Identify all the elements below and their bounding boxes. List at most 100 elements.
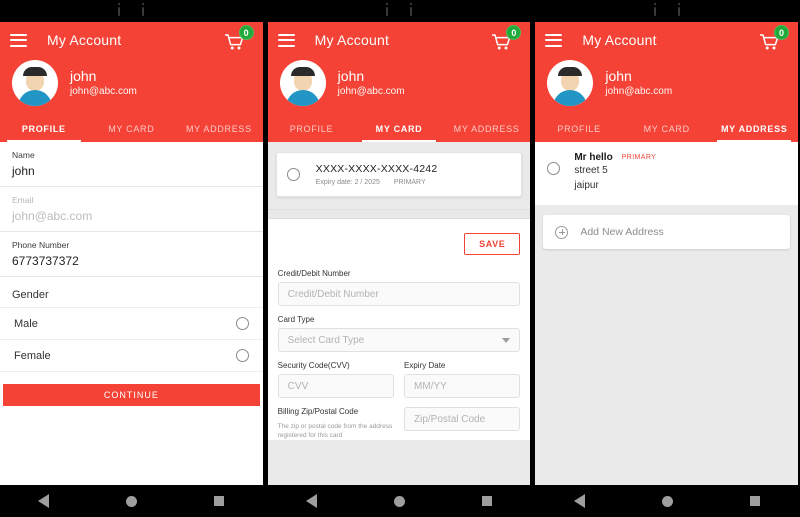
- saved-card-meta: Expiry date: 2 / 2025 PRIMARY: [316, 179, 438, 186]
- back-triangle-icon[interactable]: [306, 494, 318, 508]
- tab-my-card[interactable]: MY CARD: [88, 116, 176, 142]
- tab-my-card[interactable]: MY CARD: [355, 116, 443, 142]
- status-indicator-icon: [677, 2, 680, 16]
- app-bar-top: My Account 0: [535, 22, 798, 58]
- address-primary-badge: PRIMARY: [621, 154, 657, 161]
- cart-button[interactable]: 0: [758, 25, 790, 53]
- tab-bar: PROFILE MY CARD MY ADDRESS: [268, 116, 531, 142]
- user-avatar-icon: [279, 60, 326, 106]
- cvv-group: Security Code(CVV) CVV: [277, 361, 395, 398]
- address-name: Mr hello: [574, 152, 613, 163]
- credit-debit-number-input[interactable]: Credit/Debit Number: [277, 282, 521, 306]
- profile-email: john@abc.com: [70, 86, 137, 97]
- app-bar: My Account 0 john john@abc.com PROFILE M…: [267, 22, 531, 142]
- save-button-row: SAVE: [268, 219, 531, 255]
- home-circle-icon[interactable]: [661, 495, 673, 507]
- page-title: My Account: [314, 32, 390, 48]
- tab-profile[interactable]: PROFILE: [268, 116, 356, 142]
- app-bar: My Account 0 john john@abc.com PROFILE M…: [535, 22, 799, 142]
- radio-button-address[interactable]: [547, 162, 561, 175]
- home-circle-icon[interactable]: [126, 495, 138, 507]
- name-field-value: john: [12, 164, 35, 178]
- app-bar-top: My Account 0: [268, 22, 531, 58]
- tab-profile[interactable]: PROFILE: [0, 116, 88, 142]
- card-type-select[interactable]: Select Card Type: [277, 328, 521, 352]
- credit-debit-number-label: Credit/Debit Number: [277, 269, 351, 278]
- screenshot-stage: My Account 0 john john@abc.com PROFILE M…: [0, 0, 800, 517]
- recents-square-icon[interactable]: [481, 496, 492, 506]
- cart-button[interactable]: 0: [223, 25, 254, 53]
- save-button[interactable]: SAVE: [464, 233, 521, 255]
- saved-card-item[interactable]: XXXX-XXXX-XXXX-4242 Expiry date: 2 / 202…: [275, 152, 523, 197]
- email-field-value: john@abc.com: [12, 209, 93, 223]
- user-avatar-icon: [12, 60, 58, 106]
- app-bar-top: My Account 0: [0, 22, 263, 58]
- tab-my-address[interactable]: MY ADDRESS: [710, 116, 798, 142]
- radio-button-female[interactable]: [235, 349, 249, 362]
- radio-button-saved-card[interactable]: [286, 168, 300, 181]
- tab-bar: PROFILE MY CARD MY ADDRESS: [0, 116, 263, 142]
- status-bar: [535, 0, 799, 22]
- address-details: Mr hello PRIMARY street 5 jaipur: [574, 152, 656, 193]
- status-bar: [267, 0, 531, 22]
- zip-row: Billing Zip/Postal Code The zip or posta…: [278, 407, 521, 440]
- tab-profile[interactable]: PROFILE: [535, 116, 623, 142]
- plus-circle-icon: [555, 225, 569, 239]
- cvv-label: Security Code(CVV): [277, 361, 350, 370]
- card-form: Credit/Debit Number Credit/Debit Number …: [268, 255, 531, 440]
- continue-button[interactable]: CONTINUE: [3, 384, 260, 406]
- profile-email: john@abc.com: [337, 86, 405, 97]
- cart-count-badge: 0: [774, 25, 790, 40]
- status-indicator-icon: [653, 2, 656, 16]
- recents-square-icon[interactable]: [214, 496, 225, 506]
- gender-option-female[interactable]: Female: [0, 340, 263, 372]
- gender-option-female-label: Female: [14, 349, 51, 362]
- hamburger-icon[interactable]: [277, 33, 295, 47]
- radio-button-male[interactable]: [235, 317, 249, 330]
- saved-card-number: XXXX-XXXX-XXXX-4242: [315, 163, 438, 175]
- expiry-group: Expiry Date MM/YY: [404, 361, 521, 398]
- back-triangle-icon[interactable]: [38, 494, 50, 508]
- hamburger-icon[interactable]: [10, 33, 27, 47]
- home-circle-icon[interactable]: [394, 495, 405, 507]
- gender-option-male[interactable]: Male: [0, 308, 263, 340]
- phone-field[interactable]: Phone Number 6773737372: [0, 232, 263, 277]
- expiry-date-label: Expiry Date: [404, 361, 446, 370]
- card-type-group: Card Type Select Card Type: [277, 315, 521, 352]
- phone-screen-address: My Account 0 john john@abc.com PROFILE M…: [535, 0, 799, 517]
- billing-zip-input[interactable]: Zip/Postal Code: [404, 407, 521, 431]
- status-indicator-icon: [410, 2, 412, 16]
- name-field-label: Name: [12, 150, 35, 160]
- profile-name: john: [337, 68, 365, 84]
- cvv-expiry-row: Security Code(CVV) CVV Expiry Date MM/YY: [277, 361, 521, 398]
- recents-square-icon[interactable]: [749, 496, 760, 506]
- phone-field-label: Phone Number: [12, 240, 70, 250]
- section-divider: [267, 209, 531, 219]
- expiry-date-input[interactable]: MM/YY: [404, 374, 521, 398]
- cart-button[interactable]: 0: [490, 25, 522, 53]
- profile-email: john@abc.com: [605, 86, 673, 97]
- address-item[interactable]: Mr hello PRIMARY street 5 jaipur: [535, 142, 799, 205]
- status-indicator-icon: [386, 2, 388, 16]
- system-nav-bar: [267, 485, 531, 517]
- tab-bar: PROFILE MY CARD MY ADDRESS: [535, 116, 798, 142]
- tab-my-card[interactable]: MY CARD: [623, 116, 711, 142]
- address-line-1: street 5: [574, 165, 608, 176]
- tab-my-address[interactable]: MY ADDRESS: [443, 116, 531, 142]
- app-bar: My Account 0 john john@abc.com PROFILE M…: [0, 22, 263, 142]
- gender-option-male-label: Male: [14, 317, 38, 330]
- hamburger-icon[interactable]: [545, 33, 563, 47]
- card-type-label: Card Type: [277, 315, 315, 324]
- profile-summary: john john@abc.com: [268, 58, 531, 116]
- tab-my-address[interactable]: MY ADDRESS: [175, 116, 263, 142]
- cvv-input[interactable]: CVV: [277, 374, 395, 398]
- add-new-address-button[interactable]: Add New Address: [543, 215, 791, 249]
- cart-count-badge: 0: [506, 25, 522, 40]
- status-indicator-icon: [142, 2, 145, 16]
- billing-zip-label: Billing Zip/Postal Code: [277, 407, 359, 416]
- profile-name: john: [70, 68, 97, 84]
- cart-count-badge: 0: [238, 25, 254, 40]
- name-field[interactable]: Name john: [0, 142, 263, 187]
- back-triangle-icon[interactable]: [573, 494, 585, 508]
- add-new-address-label: Add New Address: [580, 226, 664, 238]
